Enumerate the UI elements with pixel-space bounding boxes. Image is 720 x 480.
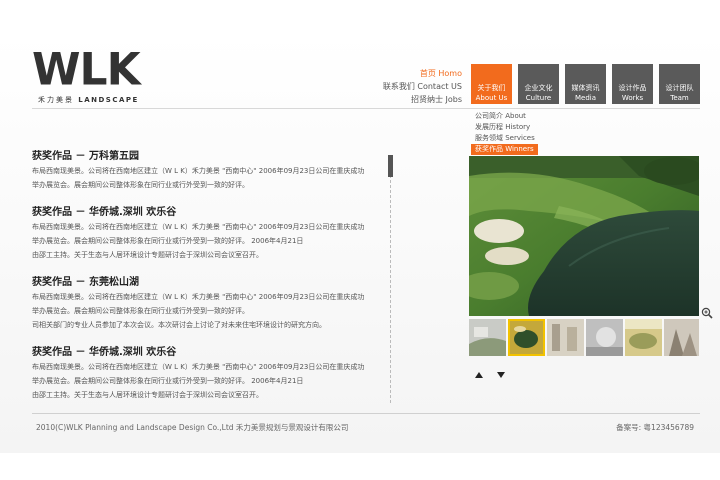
nav-team-cn: 设计团队 [665,84,694,92]
article-title[interactable]: 获奖作品 － 华侨城.深圳 欢乐谷 [32,346,382,360]
link-contact[interactable]: 联系我们 Contact US [383,80,462,93]
nav-works-en: Works [621,94,644,102]
submenu-history[interactable]: 发展历程 History [471,122,538,133]
submenu-services[interactable]: 服务领域 Services [471,133,538,144]
arrow-down-icon[interactable] [497,363,507,378]
logo-tagline-cn: 禾力美景 [38,96,74,104]
logo-tagline: 禾力美景 LANDSCAPE [38,95,139,105]
zoom-in-icon[interactable] [701,304,713,319]
article-text: 举办展览会。展会期间公司整体形象在同行业或行外受到一致的好评。 2006年4月2… [32,377,304,385]
arrow-up-icon[interactable] [475,363,485,378]
gallery-thumb[interactable] [625,319,662,356]
logo[interactable]: WLK 禾力美景 LANDSCAPE [32,43,152,108]
nav-media[interactable]: 媒体资讯 Media [565,64,606,104]
gallery-thumb[interactable] [508,319,545,356]
article-text: 举办展览会。展会期间公司整体形象在同行业或行外受到一致的好评。 [32,181,249,189]
nav-media-cn: 媒体资讯 [571,84,600,92]
submenu-winners[interactable]: 获奖作品 Winners [471,144,538,155]
nav-about-cn: 关于我们 [477,84,506,92]
nav-culture-en: Culture [525,94,552,102]
footer-icp: 备案号: 粤123456789 [616,423,694,432]
article-title[interactable]: 获奖作品 － 华侨城.深圳 欢乐谷 [32,206,382,220]
article-text: 布局西南现美景。公司将在西南地区建立（W L K）禾力美景 "西南中心" 200… [32,363,365,371]
nav-media-en: Media [574,94,597,102]
logo-wordmark: WLK [32,43,141,96]
article-text: 布局西南现美景。公司将在西南地区建立（W L K）禾力美景 "西南中心" 200… [32,293,365,301]
gallery-thumb[interactable] [547,319,584,356]
article-spacer [32,332,382,346]
golf-course-image [469,156,699,316]
article-list: 获奖作品 － 万科第五园 布局西南现美景。公司将在西南地区建立（W L K）禾力… [32,150,382,402]
link-jobs[interactable]: 招贤纳士 Jobs [383,93,462,106]
article-item: 获奖作品 － 华侨城.深圳 欢乐谷 布局西南现美景。公司将在西南地区建立（W L… [32,346,382,402]
nav-culture[interactable]: 企业文化 Culture [518,64,559,104]
nav-team-en: Team [670,94,689,102]
bottom-band [0,453,720,480]
footer-copyright: 2010(C)WLK Planning and Landscape Design… [36,423,349,432]
submenu-about[interactable]: 公司简介 About [471,111,538,122]
gallery-thumb[interactable] [664,319,701,356]
gallery-thumb[interactable] [469,319,506,356]
gallery-thumbnails [469,319,699,356]
article-title[interactable]: 获奖作品 － 东莞松山湖 [32,276,382,290]
article-item: 获奖作品 － 东莞松山湖 布局西南现美景。公司将在西南地区建立（W L K）禾力… [32,276,382,346]
article-text: 司相关部门的专业人员参加了本次会议。本次研讨会上讨论了对未来住宅环境设计的研究方… [32,321,326,329]
top-band [0,0,720,33]
quick-links: 首页 Homo 联系我们 Contact US 招贤纳士 Jobs [383,67,462,106]
nav-team[interactable]: 设计团队 Team [659,64,700,104]
gallery-main-photo[interactable] [469,156,699,316]
link-home[interactable]: 首页 Homo [383,67,462,80]
nav-works-cn: 设计作品 [618,84,647,92]
footer-divider [32,413,700,414]
nav-culture-cn: 企业文化 [524,84,553,92]
gallery-thumb[interactable] [586,319,623,356]
scrollbar-track[interactable] [390,155,392,403]
article-text: 举办展览会。展会期间公司整体形象在同行业或行外受到一致的好评。 2006年4月2… [32,237,304,245]
article-item: 获奖作品 － 万科第五园 布局西南现美景。公司将在西南地区建立（W L K）禾力… [32,150,382,206]
header-divider [32,108,700,109]
article-text: 举办展览会。展会期间公司整体形象在同行业或行外受到一致的好评。 [32,307,249,315]
article-spacer [32,262,382,276]
article-text: 布局西南现美景。公司将在西南地区建立（W L K）禾力美景 "西南中心" 200… [32,223,365,231]
article-title[interactable]: 获奖作品 － 万科第五园 [32,150,382,164]
article-spacer [32,192,382,206]
scrollbar-thumb[interactable] [388,155,393,177]
nav-about[interactable]: 关于我们 About Us [471,64,512,104]
logo-tagline-en: LANDSCAPE [78,96,139,104]
nav-works[interactable]: 设计作品 Works [612,64,653,104]
submenu: 公司简介 About 发展历程 History 服务领域 Services 获奖… [471,111,538,155]
article-text: 布局西南现美景。公司将在西南地区建立（W L K）禾力美景 "西南中心" 200… [32,167,365,175]
article-item: 获奖作品 － 华侨城.深圳 欢乐谷 布局西南现美景。公司将在西南地区建立（W L… [32,206,382,276]
nav-about-en: About Us [475,94,508,102]
article-text: 由邵工主持。关于生态与人居环境设计专题研讨会于深圳公司会议室召开。 [32,391,263,399]
article-text: 由邵工主持。关于生态与人居环境设计专题研讨会于深圳公司会议室召开。 [32,251,263,259]
